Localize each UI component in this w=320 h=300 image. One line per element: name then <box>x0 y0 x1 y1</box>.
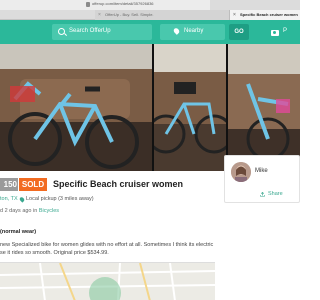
post-button[interactable]: P <box>283 28 287 34</box>
page-root: offerup.com/item/detail/357926836 × Offe… <box>0 0 300 300</box>
pickup-info: Local pickup (3 miles away) <box>26 196 94 202</box>
listing-photo[interactable] <box>228 44 300 171</box>
description-line: se it rides so smooth. Original price $5… <box>0 249 109 256</box>
photo-gallery <box>0 44 300 171</box>
seller-name[interactable]: Mike <box>255 168 268 174</box>
avatar[interactable] <box>231 162 251 182</box>
item-description: new Specialized bike for women glides wi… <box>0 242 230 257</box>
close-icon[interactable]: × <box>233 12 236 18</box>
go-button[interactable]: GO <box>229 24 249 40</box>
location-pin-icon <box>18 196 26 203</box>
camera-icon[interactable] <box>271 30 279 36</box>
item-condition: (normal wear) <box>0 229 37 235</box>
share-icon[interactable] <box>260 192 265 197</box>
location-input[interactable]: Nearby <box>160 24 225 40</box>
sold-badge: SOLD <box>19 178 47 191</box>
tab-label: OfferUp - Buy. Sell. Simple. <box>105 12 154 17</box>
address-bar[interactable]: offerup.com/item/detail/357926836 <box>0 0 210 10</box>
description-line: new Specialized bike for women glides wi… <box>0 242 214 248</box>
listing-photo[interactable] <box>0 44 152 171</box>
location-pin-icon <box>172 27 181 35</box>
search-placeholder: Search OfferUp <box>69 28 111 34</box>
price-badge: 150 <box>0 178 18 191</box>
listing-photo[interactable] <box>154 44 226 171</box>
search-input[interactable]: Search OfferUp <box>52 24 152 40</box>
tab-listing[interactable]: × Specific Beach cruiser women <box>230 10 300 20</box>
tab-offerup-home[interactable]: × OfferUp - Buy. Sell. Simple. <box>95 10 230 20</box>
lock-icon <box>86 2 90 7</box>
browser-chrome: offerup.com/item/detail/357926836 × Offe… <box>0 0 300 20</box>
posted-time: d 2 days ago in <box>0 208 39 214</box>
share-button[interactable]: Share <box>268 191 283 197</box>
search-icon <box>58 28 65 35</box>
location-placeholder: Nearby <box>184 28 204 34</box>
close-icon[interactable]: × <box>98 12 101 18</box>
posted-info: d 2 days ago in Bicycles <box>0 208 59 214</box>
category-link[interactable]: Bicycles <box>39 208 59 214</box>
url-text: offerup.com/item/detail/357926836 <box>92 1 154 6</box>
tab-label: Specific Beach cruiser women <box>240 12 298 17</box>
listing-location[interactable]: ton, TX <box>0 196 18 202</box>
location-map[interactable] <box>0 262 215 300</box>
listing-title: Specific Beach cruiser women <box>53 179 184 189</box>
